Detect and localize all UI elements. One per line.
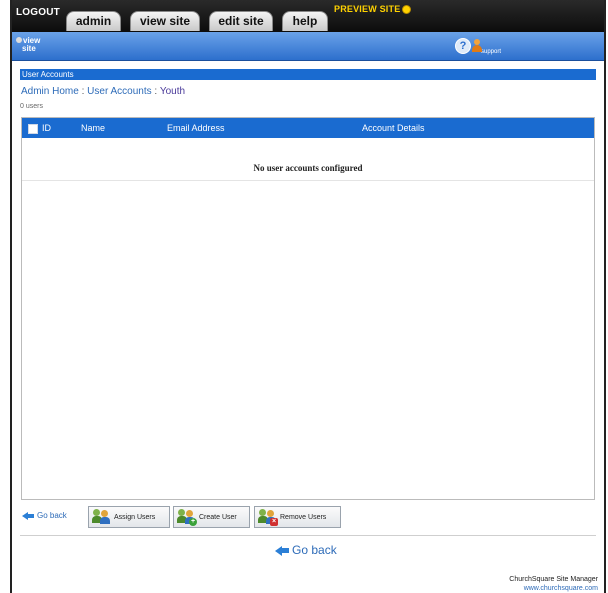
breadcrumb-separator: : (81, 86, 85, 97)
view-site-label-2: site (22, 44, 36, 53)
user-count: 0 users (20, 103, 43, 110)
globe-icon (16, 37, 22, 43)
user-table: ID Name Email Address Account Details No… (21, 117, 595, 500)
column-email[interactable]: Email Address (167, 118, 225, 138)
select-all-checkbox[interactable] (28, 124, 38, 134)
footer: ChurchSquare Site Manager www.churchsqua… (509, 575, 598, 593)
tab-help[interactable]: help (282, 11, 328, 31)
support-label: support (480, 49, 501, 55)
tab-label: edit site (218, 14, 264, 28)
table-header: ID Name Email Address Account Details (22, 118, 594, 138)
tab-view-site[interactable]: view site (130, 11, 200, 31)
view-site-button[interactable]: view site (16, 37, 40, 53)
divider (20, 535, 596, 536)
tab-label: view site (139, 14, 191, 28)
create-user-button[interactable]: + Create User (173, 506, 250, 528)
assign-users-label: Assign Users (114, 514, 156, 521)
assign-users-button[interactable]: Assign Users (88, 506, 170, 528)
support-button[interactable]: ? support (454, 37, 501, 55)
tab-admin[interactable]: admin (66, 11, 121, 31)
users-icon (92, 509, 112, 525)
go-back-link[interactable]: Go back (22, 511, 67, 520)
breadcrumb-separator: : (154, 86, 158, 97)
create-user-label: Create User (199, 514, 237, 521)
top-nav-bar: LOGOUT admin view site edit site help PR… (12, 0, 604, 32)
support-person-icon (471, 38, 483, 53)
go-back-link-large[interactable]: Go back (275, 543, 337, 557)
breadcrumb-user-accounts[interactable]: User Accounts (87, 86, 151, 97)
tab-edit-site[interactable]: edit site (209, 11, 273, 31)
empty-message: No user accounts configured (22, 138, 594, 181)
breadcrumb-admin-home[interactable]: Admin Home (21, 86, 79, 97)
go-back-label: Go back (37, 511, 67, 520)
preview-arrow-icon (402, 5, 412, 15)
footer-product: ChurchSquare Site Manager (509, 576, 598, 583)
breadcrumb-current: Youth (159, 86, 186, 97)
toolbar: view site ? support (12, 32, 604, 61)
breadcrumb: Admin Home : User Accounts : Youth (21, 86, 185, 97)
tab-label: admin (75, 14, 112, 28)
column-account-details[interactable]: Account Details (362, 118, 425, 138)
back-arrow-tail (282, 548, 289, 554)
go-back-large-label: Go back (292, 543, 337, 557)
add-user-icon: + (177, 509, 197, 526)
logout-link[interactable]: LOGOUT (16, 7, 60, 18)
back-arrow-icon (275, 545, 282, 556)
app-window: LOGOUT admin view site edit site help PR… (10, 0, 606, 593)
column-name[interactable]: Name (81, 118, 105, 138)
preview-label: PREVIEW SITE (334, 4, 401, 14)
remove-users-button[interactable]: × Remove Users (254, 506, 341, 528)
back-arrow-tail (28, 513, 34, 518)
footer-url-link[interactable]: www.churchsquare.com (509, 584, 598, 593)
help-icon: ? (454, 37, 471, 54)
remove-user-icon: × (258, 509, 278, 526)
tab-label: help (292, 14, 318, 28)
remove-users-label: Remove Users (280, 514, 327, 521)
column-id[interactable]: ID (42, 118, 51, 138)
preview-site-link[interactable]: PREVIEW SITE (334, 4, 412, 15)
section-header: User Accounts (20, 69, 596, 80)
